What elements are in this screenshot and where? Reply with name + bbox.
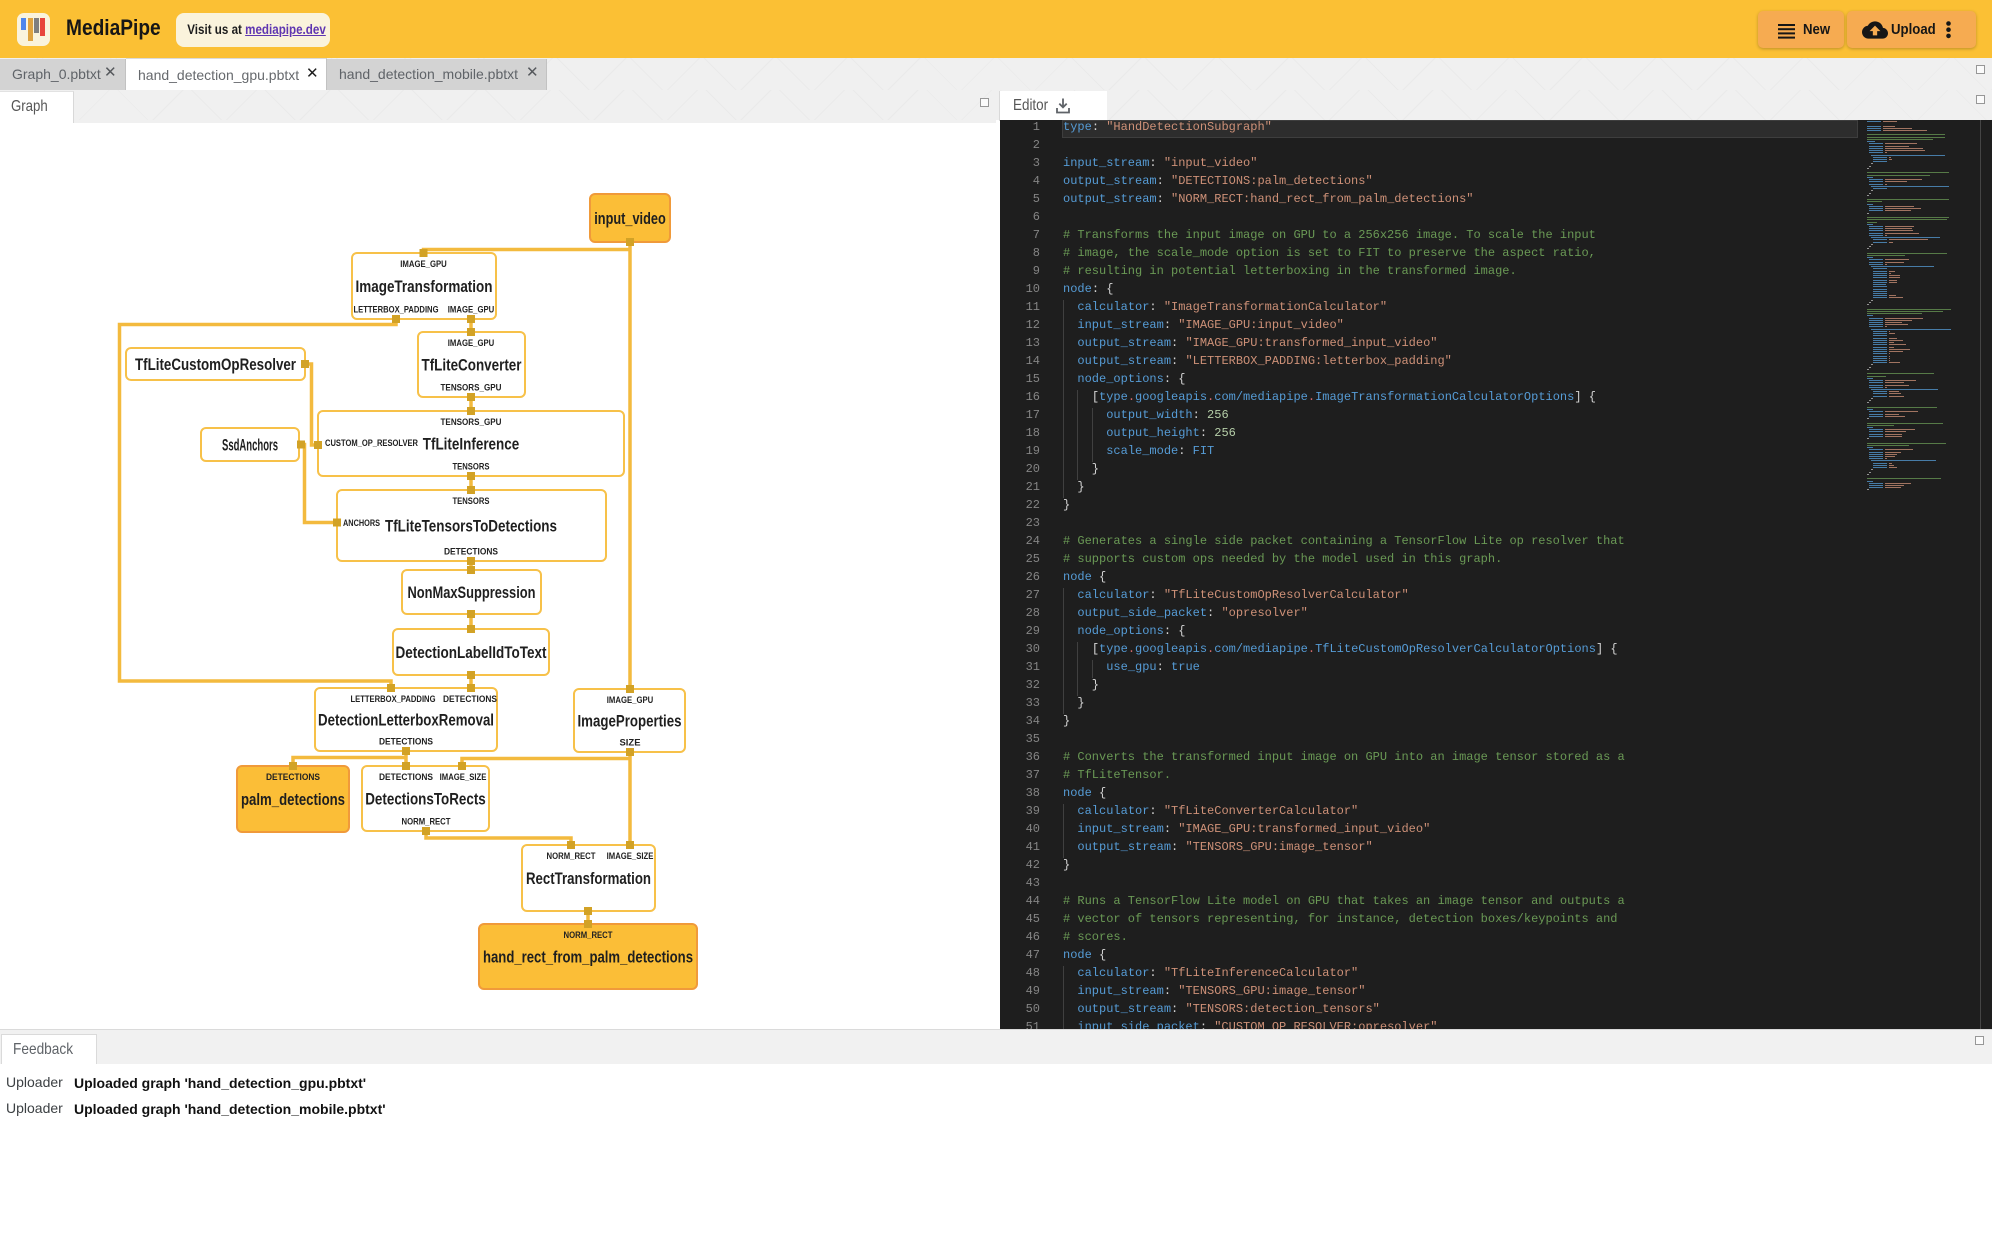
- svg-text:NORM_RECT: NORM_RECT: [564, 930, 613, 941]
- svg-text:TENSORS_GPU: TENSORS_GPU: [441, 383, 502, 394]
- svg-text:TENSORS_GPU: TENSORS_GPU: [441, 417, 502, 428]
- svg-text:DETECTIONS: DETECTIONS: [379, 772, 433, 783]
- svg-text:DetectionLabelIdToText: DetectionLabelIdToText: [396, 643, 547, 662]
- svg-text:TfLiteConverter: TfLiteConverter: [422, 355, 522, 374]
- svg-text:LETTERBOX_PADDING: LETTERBOX_PADDING: [354, 305, 439, 316]
- svg-text:IMAGE_GPU: IMAGE_GPU: [400, 259, 447, 270]
- svg-text:IMAGE_SIZE: IMAGE_SIZE: [440, 772, 487, 783]
- svg-text:IMAGE_GPU: IMAGE_GPU: [448, 338, 495, 349]
- svg-text:DetectionLetterboxRemoval: DetectionLetterboxRemoval: [318, 710, 494, 729]
- svg-text:SIZE: SIZE: [620, 738, 641, 749]
- svg-text:NonMaxSuppression: NonMaxSuppression: [408, 583, 536, 602]
- svg-text:hand_rect_from_palm_detections: hand_rect_from_palm_detections: [483, 947, 693, 966]
- svg-text:TENSORS: TENSORS: [453, 496, 490, 507]
- svg-text:LETTERBOX_PADDING: LETTERBOX_PADDING: [351, 694, 436, 705]
- svg-text:SsdAnchors: SsdAnchors: [222, 435, 278, 454]
- svg-text:DETECTIONS: DETECTIONS: [444, 547, 498, 558]
- svg-text:RectTransformation: RectTransformation: [526, 869, 651, 888]
- svg-text:DETECTIONS: DETECTIONS: [379, 737, 433, 748]
- svg-text:NORM_RECT: NORM_RECT: [402, 817, 451, 828]
- svg-text:ImageProperties: ImageProperties: [578, 711, 682, 730]
- svg-text:TfLiteInference: TfLiteInference: [423, 434, 520, 453]
- svg-text:ANCHORS: ANCHORS: [343, 518, 380, 529]
- svg-text:DETECTIONS: DETECTIONS: [443, 694, 497, 705]
- svg-text:NORM_RECT: NORM_RECT: [547, 851, 596, 862]
- svg-text:IMAGE_GPU: IMAGE_GPU: [607, 695, 654, 706]
- svg-text:IMAGE_GPU: IMAGE_GPU: [448, 305, 495, 316]
- svg-text:ImageTransformation: ImageTransformation: [356, 277, 493, 296]
- svg-text:DETECTIONS: DETECTIONS: [266, 772, 320, 783]
- svg-text:input_video: input_video: [594, 209, 666, 228]
- svg-text:palm_detections: palm_detections: [241, 790, 345, 809]
- svg-text:IMAGE_SIZE: IMAGE_SIZE: [607, 851, 654, 862]
- svg-text:DetectionsToRects: DetectionsToRects: [365, 789, 486, 808]
- svg-text:TENSORS: TENSORS: [453, 462, 490, 473]
- svg-text:CUSTOM_OP_RESOLVER: CUSTOM_OP_RESOLVER: [325, 438, 418, 449]
- svg-text:TfLiteCustomOpResolver: TfLiteCustomOpResolver: [135, 355, 296, 374]
- svg-text:TfLiteTensorsToDetections: TfLiteTensorsToDetections: [385, 516, 557, 535]
